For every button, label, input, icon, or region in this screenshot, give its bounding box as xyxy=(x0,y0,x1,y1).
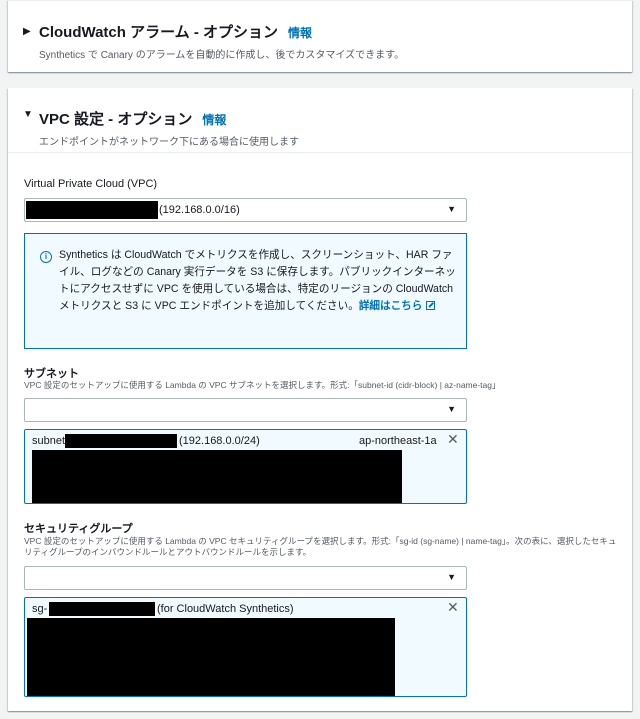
security-group-token-prefix: sg- xyxy=(32,603,48,615)
external-link-icon[interactable] xyxy=(426,301,436,310)
vpc-field-label: Virtual Private Cloud (VPC) xyxy=(24,178,158,190)
vpc-endpoint-info-alert: i Synthetics は CloudWatch でメトリクスを作成し、スクリ… xyxy=(24,233,467,349)
vpc-panel-description: エンドポイントがネットワーク下にある場合に使用します xyxy=(39,137,299,148)
alarm-panel-title[interactable]: CloudWatch アラーム - オプション xyxy=(39,21,278,42)
security-group-field-description: VPC 設定のセットアップに使用する Lambda の VPC セキュリティグル… xyxy=(24,536,617,557)
vpc-info-link[interactable]: 情報 xyxy=(202,111,226,128)
close-icon[interactable]: ✕ xyxy=(447,431,459,448)
dropdown-caret-icon: ▼ xyxy=(447,404,456,414)
info-alert-text: Synthetics は CloudWatch でメトリクスを作成し、スクリーン… xyxy=(59,247,459,315)
subnet-field-label: サブネット xyxy=(24,368,79,380)
redacted-security-group-id xyxy=(49,602,155,616)
info-circle-icon: i xyxy=(40,251,52,263)
subnet-field-description: VPC 設定のセットアップに使用する Lambda の VPC サブネットを選択… xyxy=(24,380,501,390)
alarm-panel-description: Synthetics で Canary のアラームを自動的に作成し、後でカスタマ… xyxy=(39,50,405,61)
redacted-security-group-tags xyxy=(27,618,395,696)
subnet-token: subnet (192.168.0.0/24) ap-northeast-1a … xyxy=(24,429,467,504)
subnet-token-az: ap-northeast-1a xyxy=(359,435,437,447)
alarm-panel-header[interactable]: ▶ CloudWatch アラーム - オプション 情報 Synthetics … xyxy=(8,1,632,61)
vpc-select-value: (192.168.0.0/16) xyxy=(159,204,240,216)
security-group-token-name: (for CloudWatch Synthetics) xyxy=(157,603,294,615)
redacted-subnet-id xyxy=(65,434,177,448)
vpc-settings-panel: ▼ VPC 設定 - オプション 情報 エンドポイントがネットワーク下にある場合… xyxy=(8,88,632,711)
redacted-subnet-tags xyxy=(32,450,402,503)
vpc-panel-header[interactable]: ▼ VPC 設定 - オプション 情報 エンドポイントがネットワーク下にある場合… xyxy=(8,88,632,148)
security-group-field-label: セキュリティグループ xyxy=(24,523,133,535)
panel-divider xyxy=(8,152,632,153)
caret-right-icon[interactable]: ▶ xyxy=(23,26,31,37)
close-icon[interactable]: ✕ xyxy=(447,599,459,616)
subnet-select[interactable]: ▼ xyxy=(24,398,467,422)
cloudwatch-alarm-panel: ▶ CloudWatch アラーム - オプション 情報 Synthetics … xyxy=(8,0,632,72)
vpc-select[interactable]: (192.168.0.0/16) ▼ xyxy=(24,198,467,222)
alarm-info-link[interactable]: 情報 xyxy=(288,24,312,41)
vpc-panel-title[interactable]: VPC 設定 - オプション xyxy=(39,108,192,129)
redacted-vpc-id xyxy=(26,201,158,219)
dropdown-caret-icon: ▼ xyxy=(447,572,456,582)
learn-more-link[interactable]: 詳細はこちら xyxy=(359,300,423,312)
subnet-token-prefix: subnet xyxy=(32,435,66,447)
security-group-token: sg- (for CloudWatch Synthetics) ✕ xyxy=(24,597,467,697)
subnet-token-cidr: (192.168.0.0/24) xyxy=(179,435,260,447)
caret-down-icon[interactable]: ▼ xyxy=(23,109,33,120)
dropdown-caret-icon: ▼ xyxy=(447,204,456,214)
security-group-select[interactable]: ▼ xyxy=(24,566,467,590)
